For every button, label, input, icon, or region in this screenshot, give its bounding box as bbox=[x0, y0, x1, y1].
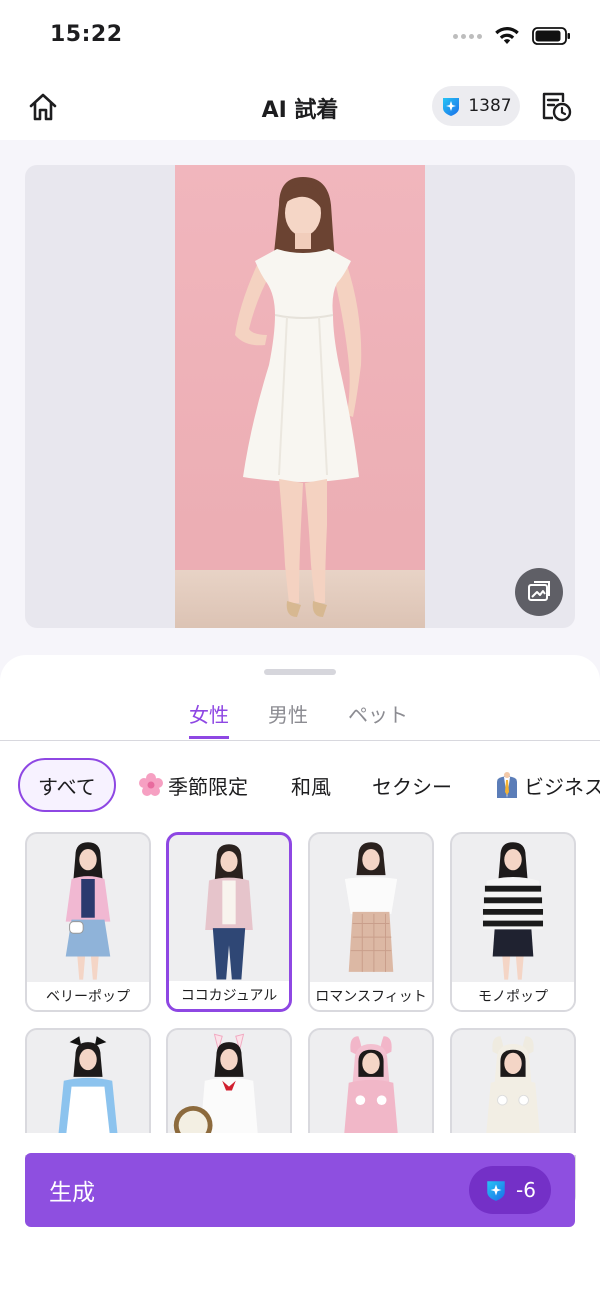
outfit-thumbnail bbox=[65, 842, 111, 980]
outfit-label: ココカジュアル bbox=[169, 981, 289, 1009]
status-time: 15:22 bbox=[50, 22, 123, 47]
credits-badge[interactable]: 1387 bbox=[432, 86, 520, 126]
category-japanese-label: 和風 bbox=[291, 774, 331, 799]
grid-bottom-mask bbox=[0, 1133, 600, 1155]
model-figure bbox=[235, 177, 362, 617]
style-category-tabs: すべて 季節限定 和風 セクシー ビジネス bbox=[0, 758, 600, 812]
gem-icon bbox=[443, 98, 460, 116]
category-seasonal[interactable]: 季節限定 bbox=[138, 758, 248, 812]
credits-count: 1387 bbox=[468, 96, 512, 116]
tab-male[interactable]: 男性 bbox=[268, 699, 308, 728]
category-seasonal-label: 季節限定 bbox=[168, 774, 248, 799]
category-japanese[interactable]: 和風 bbox=[291, 758, 331, 812]
generate-button[interactable]: 生成 -6 bbox=[25, 1153, 575, 1227]
outfit-card-selected[interactable]: ココカジュアル bbox=[166, 832, 292, 1012]
active-tab-indicator bbox=[189, 736, 229, 739]
outfit-label: モノポップ bbox=[452, 982, 574, 1010]
battery-icon bbox=[532, 27, 570, 45]
status-bar: 15:22 bbox=[0, 0, 600, 74]
outfit-card[interactable]: モノポップ bbox=[450, 832, 576, 1012]
tab-female[interactable]: 女性 bbox=[189, 699, 229, 728]
bottom-sheet: 女性 男性 ペット すべて 季節限定 和風 セクシー ビジネス ベリーポップ コ… bbox=[0, 655, 600, 1298]
outfit-card[interactable]: ロマンスフィット bbox=[308, 832, 434, 1012]
category-sexy[interactable]: セクシー bbox=[372, 758, 452, 812]
gem-icon bbox=[487, 1181, 505, 1201]
image-swap-icon bbox=[528, 581, 550, 601]
app-header: AI 試着 1387 bbox=[0, 74, 600, 140]
generate-cost-badge: -6 bbox=[469, 1166, 551, 1214]
category-sexy-label: セクシー bbox=[372, 774, 452, 799]
swap-photo-button[interactable] bbox=[515, 568, 563, 616]
preview-card bbox=[25, 165, 575, 628]
category-business-label: ビジネス bbox=[524, 774, 600, 799]
business-suit-icon bbox=[494, 772, 520, 798]
wifi-icon bbox=[495, 26, 519, 44]
sheet-drag-handle[interactable] bbox=[264, 669, 336, 675]
history-button[interactable] bbox=[538, 88, 574, 124]
tabs-divider bbox=[0, 740, 600, 741]
category-business[interactable]: ビジネス bbox=[494, 758, 600, 812]
outfit-card[interactable]: ベリーポップ bbox=[25, 832, 151, 1012]
outfit-thumbnail bbox=[205, 844, 253, 980]
generate-label: 生成 bbox=[49, 1180, 95, 1206]
outfit-label: ベリーポップ bbox=[27, 982, 149, 1010]
gender-tabs: 女性 男性 ペット bbox=[0, 699, 600, 741]
category-all[interactable]: すべて bbox=[18, 758, 116, 812]
generate-cost: -6 bbox=[516, 1178, 536, 1202]
outfit-thumbnail bbox=[344, 842, 398, 972]
outfit-label: ロマンスフィット bbox=[310, 982, 432, 1010]
tab-pet[interactable]: ペット bbox=[348, 699, 408, 728]
cherry-blossom-icon bbox=[138, 772, 164, 798]
signal-icon bbox=[453, 33, 482, 39]
history-icon bbox=[542, 92, 572, 122]
status-icons bbox=[453, 26, 572, 46]
category-all-label: すべて bbox=[38, 774, 96, 799]
outfit-thumbnail bbox=[482, 842, 544, 980]
model-photo bbox=[175, 165, 425, 628]
